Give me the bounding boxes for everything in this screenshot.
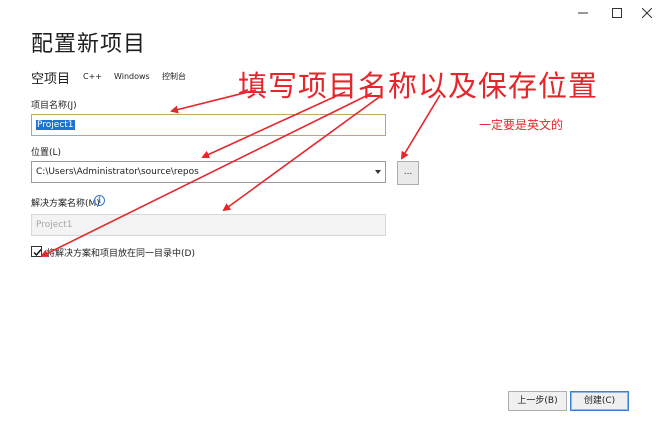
annotation-arrows xyxy=(40,89,441,257)
arrow-to-solution-name xyxy=(222,94,383,212)
arrow-to-browse xyxy=(400,94,441,160)
arrow-to-checkbox xyxy=(40,92,373,257)
arrow-to-location xyxy=(201,91,346,159)
arrow-to-project-name xyxy=(170,89,257,114)
